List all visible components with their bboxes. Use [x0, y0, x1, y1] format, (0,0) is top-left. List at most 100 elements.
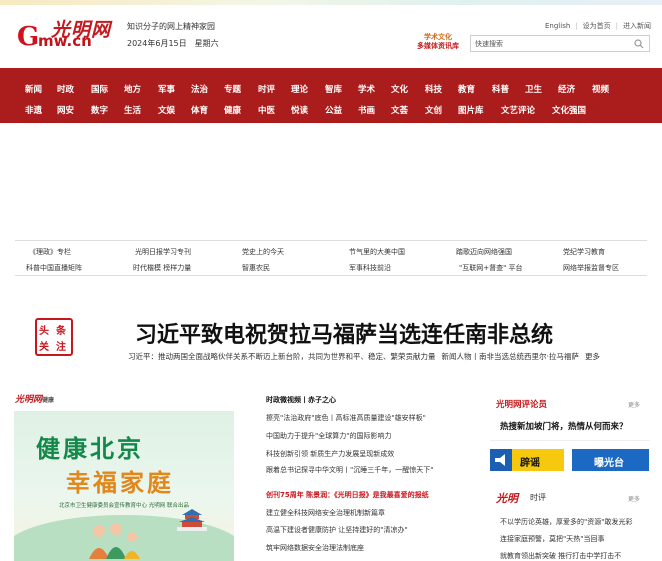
- logo-script: 光明网: [51, 19, 112, 41]
- headline-stamp: 头 条 关 注: [35, 318, 73, 356]
- news-item[interactable]: 筑牢网络数据安全治理法制底座: [266, 543, 364, 553]
- nav-item[interactable]: 地方: [124, 83, 141, 95]
- nav-item[interactable]: 新闻: [25, 83, 42, 95]
- headline-title[interactable]: 习近平致电祝贺拉马福萨当选连任南非总统: [135, 317, 553, 349]
- nav-item[interactable]: 书画: [358, 104, 375, 116]
- quick-link[interactable]: 网络举报监督专区: [563, 263, 619, 273]
- expose-button[interactable]: 曝光台: [572, 449, 649, 471]
- news-item[interactable]: 时政微视频丨赤子之心: [266, 395, 336, 405]
- nav-item[interactable]: 军事: [158, 83, 175, 95]
- search-box: [470, 35, 650, 52]
- nav-item[interactable]: 体育: [191, 104, 208, 116]
- nav-item[interactable]: 生活: [124, 104, 141, 116]
- search-icon[interactable]: [634, 39, 644, 49]
- quick-link[interactable]: 节气里的大美中国: [349, 247, 405, 257]
- quick-link[interactable]: 时代楷模 榜样力量: [133, 263, 191, 273]
- more-link[interactable]: 更多: [628, 494, 640, 503]
- banner-title-2: 幸福家庭: [66, 469, 174, 497]
- separator: |: [575, 22, 578, 30]
- health-logo: 光明网健康: [15, 392, 54, 405]
- nav-item[interactable]: 网安: [57, 104, 74, 116]
- quick-link[interactable]: 踏歌迈向网络强国: [456, 247, 512, 257]
- nav-item[interactable]: 学术: [358, 83, 375, 95]
- more-link[interactable]: 更多: [628, 400, 640, 409]
- nav-item[interactable]: 时评: [258, 83, 275, 95]
- health-logo-sub: 健康: [42, 397, 55, 404]
- top-links: English | 设为首页 | 进入新闻: [540, 21, 656, 31]
- quick-link[interactable]: 智惠农民: [242, 263, 270, 273]
- divider: [490, 440, 650, 441]
- culture-badge-line1: 学术文化: [424, 33, 452, 41]
- nav-item[interactable]: 视频: [592, 83, 609, 95]
- nav-item[interactable]: 悦读: [291, 104, 308, 116]
- nav-item[interactable]: 图片库: [458, 104, 484, 116]
- rumor-button[interactable]: 辟谣: [490, 449, 564, 471]
- headline-subline: 习近平：推动两国全面战略伙伴关系不断迈上新台阶，共同为世界和平、稳定、繁荣贡献力…: [75, 352, 653, 362]
- news-item[interactable]: 创刊75周年 陈景润：《光明日报》是我最喜爱的报纸: [266, 490, 429, 500]
- search-input[interactable]: [475, 38, 615, 50]
- site-slogan: 知识分子的网上精神家园: [127, 22, 215, 31]
- nav-item[interactable]: 文荟: [391, 104, 408, 116]
- site-logo[interactable]: G mw.cn 光明网: [17, 16, 117, 50]
- nav-item[interactable]: 法治: [191, 83, 208, 95]
- news-item[interactable]: 高温下建设者健康防护 让坚持建好的"清凉办": [266, 525, 408, 535]
- nav-item[interactable]: 科普: [492, 83, 509, 95]
- nav-item[interactable]: 理论: [291, 83, 308, 95]
- nav-item[interactable]: 智库: [325, 83, 342, 95]
- nav-item[interactable]: 教育: [458, 83, 475, 95]
- temple-of-heaven-icon: [177, 509, 207, 531]
- nav-item[interactable]: 中医: [258, 104, 275, 116]
- main-nav: 新闻 时政 国际 地方 军事 法治 专题 时评 理论 智库 学术 文化 科技 教…: [0, 68, 662, 123]
- news-item[interactable]: 跟着总书记探寻中华文明丨"沉睡三千年，一醒惊天下": [266, 465, 433, 475]
- quick-links: 《理政》专栏 光明日报学习专刊 党史上的今天 节气里的大美中国 踏歌迈向网络强国…: [15, 240, 647, 276]
- health-logo-text: 光明网: [15, 395, 43, 405]
- quick-link[interactable]: 光明日报学习专刊: [135, 247, 191, 257]
- nav-item[interactable]: 文化: [391, 83, 408, 95]
- nav-item[interactable]: 卫生: [525, 83, 542, 95]
- nav-item[interactable]: 数字: [91, 104, 108, 116]
- quick-link[interactable]: 党史上的今天: [242, 247, 284, 257]
- forum-feature[interactable]: 热搜新加坡门将，热情从何而来？: [500, 420, 628, 432]
- nav-item[interactable]: 国际: [91, 83, 108, 95]
- nav-item[interactable]: 文娱: [158, 104, 175, 116]
- news-item[interactable]: 擦亮"法治政府"底色丨高标准高质量建设"雄安样板": [266, 413, 426, 423]
- quick-link[interactable]: 党纪学习教育: [563, 247, 605, 257]
- date-line: 2024年6月15日 星期六: [127, 38, 219, 49]
- nav-item[interactable]: 专题: [224, 83, 241, 95]
- expose-label: 曝光台: [594, 458, 624, 469]
- commentary-item[interactable]: 就教育领出新突破 推行打击中学打击不: [500, 550, 650, 561]
- commentary-item[interactable]: 不以学历论英雄，厚爱多的"资源"敢发光彩: [500, 516, 650, 529]
- sub-item[interactable]: 新闻人物丨南非当选总统西里尔·拉马福萨: [442, 352, 579, 361]
- rumor-label: 辟谣: [520, 458, 540, 469]
- nav-item[interactable]: 健康: [224, 104, 241, 116]
- quick-link[interactable]: 《理政》专栏: [29, 247, 71, 257]
- link-set-homepage[interactable]: 设为首页: [583, 22, 611, 30]
- stamp-char: 关: [39, 342, 49, 353]
- nav-item[interactable]: 文艺评论: [501, 104, 535, 116]
- news-item[interactable]: 建立健全科技网络安全治理机制新篇章: [266, 508, 385, 518]
- nav-item[interactable]: 科技: [425, 83, 442, 95]
- quick-link[interactable]: "互联网+督查" 平台: [459, 263, 523, 273]
- more-link[interactable]: 更多: [585, 352, 600, 361]
- news-item[interactable]: 科技创新引领 新质生产力发展呈现新成效: [266, 449, 394, 459]
- quick-link[interactable]: 科普中国直播矩阵: [26, 263, 82, 273]
- culture-badge[interactable]: 学术文化 多媒体资讯库: [417, 33, 459, 51]
- commentary-item[interactable]: 连接家庭预警，莫把"天热"当回事: [500, 533, 650, 546]
- nav-item[interactable]: 文创: [425, 104, 442, 116]
- link-english[interactable]: English: [545, 22, 570, 30]
- nav-item[interactable]: 文化强国: [552, 104, 586, 116]
- health-banner[interactable]: 健康北京 幸福家庭 北京市卫生健康委员会宣传教育中心 光明网 联合出品: [14, 411, 234, 561]
- forum-logo[interactable]: 光明网评论员: [496, 398, 547, 410]
- nav-item[interactable]: 非遗: [25, 104, 42, 116]
- quick-link[interactable]: 军事科技前沿: [349, 263, 391, 273]
- link-enter-news[interactable]: 进入新闻: [623, 22, 651, 30]
- family-illustration-icon: [89, 523, 140, 559]
- sub-item[interactable]: 习近平：推动两国全面战略伙伴关系不断迈上新台阶，共同为世界和平、稳定、繁荣贡献力…: [128, 352, 436, 361]
- weekday: 星期六: [194, 39, 219, 48]
- nav-item[interactable]: 时政: [57, 83, 74, 95]
- current-date: 2024年6月15日: [127, 39, 187, 48]
- nav-item[interactable]: 经济: [558, 83, 575, 95]
- nav-item[interactable]: 公益: [325, 104, 342, 116]
- banner-credit: 北京市卫生健康委员会宣传教育中心 光明网 联合出品: [59, 503, 189, 509]
- news-item[interactable]: 中国助力于提升"全球算力"的国际影响力: [266, 431, 391, 441]
